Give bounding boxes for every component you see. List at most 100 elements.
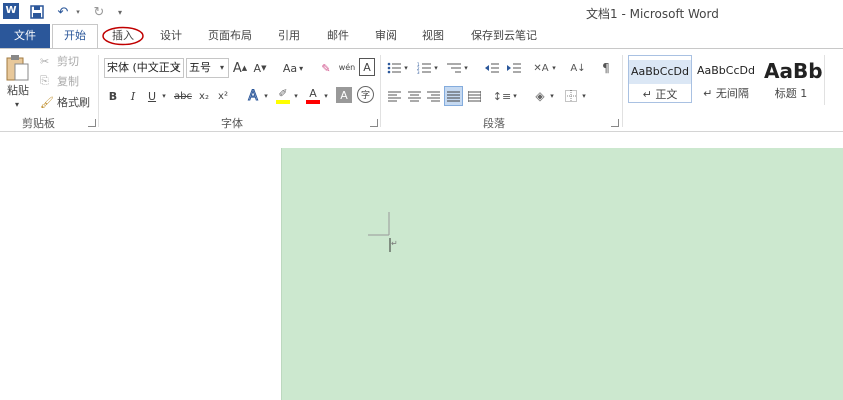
- group-separator: [380, 55, 381, 127]
- style-no-spacing-name: ↵ 无间隔: [703, 87, 749, 100]
- tab-design[interactable]: 设计: [158, 24, 184, 48]
- align-left-icon[interactable]: [386, 87, 402, 105]
- italic-button[interactable]: I: [126, 87, 140, 105]
- align-right-icon[interactable]: [425, 87, 441, 105]
- change-case-dropdown-icon: ▾: [299, 63, 304, 73]
- tab-references[interactable]: 引用: [276, 24, 302, 48]
- phonetic-label: wén: [338, 62, 356, 72]
- numbering-icon[interactable]: 123: [416, 59, 432, 77]
- highlighter-icon: ✐: [278, 87, 288, 100]
- style-normal[interactable]: AaBbCcDd ↵ 正文: [628, 55, 692, 103]
- group-separator: [98, 55, 99, 127]
- superscript-button[interactable]: x²: [215, 87, 231, 105]
- paintbrush-icon: 🖌: [40, 95, 54, 109]
- strikethrough-button[interactable]: abc: [172, 87, 194, 105]
- numbering-dropdown-icon[interactable]: ▾: [432, 59, 440, 77]
- grow-font-icon[interactable]: A ▲: [232, 58, 248, 78]
- subscript-button[interactable]: x₂: [196, 87, 212, 105]
- line-spacing-icon[interactable]: ↕≡: [493, 87, 511, 105]
- tab-page-layout[interactable]: 页面布局: [207, 24, 253, 48]
- copy-button[interactable]: ⎘ 复制: [40, 73, 79, 89]
- clipboard-dialog-launcher-icon[interactable]: [88, 119, 96, 127]
- ribbon: 粘贴 ▾ ✂ 剪切 ⎘ 复制 🖌 格式刷 剪贴板 宋体 (中文正文 ▾ 五号 ▾…: [0, 48, 843, 132]
- sort-icon[interactable]: A↓: [570, 59, 586, 77]
- decrease-indent-icon[interactable]: [484, 59, 500, 77]
- font-name-value: 宋体 (中文正文: [107, 61, 181, 74]
- underline-button[interactable]: U: [145, 87, 159, 105]
- paste-icon[interactable]: [4, 53, 30, 83]
- tab-review[interactable]: 审阅: [373, 24, 399, 48]
- undo-icon[interactable]: ↶: [54, 3, 72, 21]
- increase-indent-icon[interactable]: [506, 59, 522, 77]
- shading-icon[interactable]: ◈: [532, 87, 548, 105]
- bullets-icon[interactable]: [386, 59, 402, 77]
- phonetic-guide-button[interactable]: wén: [338, 57, 356, 77]
- chinese-layout-dropdown-icon[interactable]: ▾: [550, 59, 558, 77]
- group-separator: [622, 55, 623, 127]
- change-case-button[interactable]: Aa ▾: [278, 58, 308, 78]
- tab-mailings[interactable]: 邮件: [325, 24, 351, 48]
- tab-view[interactable]: 视图: [420, 24, 446, 48]
- paragraph-dialog-launcher-icon[interactable]: [611, 119, 619, 127]
- clear-formatting-icon[interactable]: ✎: [318, 58, 334, 78]
- cut-button[interactable]: ✂ 剪切: [40, 53, 79, 69]
- character-border-icon[interactable]: A: [359, 58, 375, 76]
- svg-text:↵: ↵: [391, 239, 398, 248]
- scissors-icon: ✂: [40, 54, 50, 68]
- paste-button[interactable]: 粘贴: [4, 83, 32, 97]
- underline-dropdown-icon[interactable]: ▾: [160, 87, 168, 105]
- borders-dropdown-icon[interactable]: ▾: [580, 87, 588, 105]
- font-size-combo[interactable]: 五号 ▾: [186, 58, 229, 78]
- window-title: 文档1 - Microsoft Word: [586, 7, 719, 21]
- annotation-circle: [102, 26, 144, 46]
- text-effects-dropdown-icon[interactable]: ▾: [262, 87, 270, 105]
- style-no-spacing[interactable]: AaBbCcDd ↵ 无间隔: [694, 55, 758, 103]
- format-painter-button[interactable]: 🖌 格式刷: [40, 94, 90, 110]
- tab-save-to-cloud[interactable]: 保存到云笔记: [469, 24, 539, 48]
- tab-file[interactable]: 文件: [0, 24, 50, 48]
- text-effects-button[interactable]: A: [244, 86, 262, 106]
- bullets-dropdown-icon[interactable]: ▾: [402, 59, 410, 77]
- tab-home[interactable]: 开始: [52, 24, 98, 49]
- paste-dropdown-icon[interactable]: ▾: [12, 99, 22, 109]
- highlight-dropdown-icon[interactable]: ▾: [292, 87, 300, 105]
- document-page[interactable]: [281, 148, 843, 400]
- paragraph-group-label: 段落: [483, 117, 505, 130]
- justify-icon[interactable]: [444, 86, 463, 106]
- font-size-dropdown-icon[interactable]: ▾: [216, 59, 228, 77]
- style-normal-name: ↵ 正文: [642, 88, 678, 101]
- highlight-button[interactable]: ✐: [274, 87, 292, 105]
- multilevel-list-icon[interactable]: [446, 59, 462, 77]
- shading-dropdown-icon[interactable]: ▾: [548, 87, 556, 105]
- save-icon[interactable]: [28, 3, 46, 21]
- chinese-layout-icon[interactable]: ✕A: [532, 59, 550, 77]
- font-color-button[interactable]: A: [304, 87, 322, 105]
- styles-scroll[interactable]: [824, 55, 843, 105]
- customize-toolbar-icon[interactable]: ▾: [114, 3, 126, 21]
- show-formatting-marks-icon[interactable]: ¶: [598, 59, 614, 77]
- borders-icon[interactable]: [563, 87, 579, 105]
- distributed-icon[interactable]: [466, 87, 482, 105]
- font-name-dropdown-icon[interactable]: ▾: [171, 59, 183, 77]
- cut-label: 剪切: [57, 55, 79, 68]
- font-size-value: 五号: [189, 61, 211, 74]
- undo-dropdown-icon[interactable]: ▾: [73, 3, 83, 21]
- enclose-characters-icon[interactable]: 字: [357, 86, 374, 103]
- word-logo-icon[interactable]: W: [3, 3, 19, 19]
- align-center-icon[interactable]: [406, 87, 422, 105]
- redo-icon[interactable]: ↻: [90, 3, 108, 21]
- svg-text:3: 3: [417, 70, 420, 74]
- style-heading-1[interactable]: AaBb 标题 1: [760, 55, 822, 103]
- change-case-label: Aa: [282, 61, 298, 75]
- bold-button[interactable]: B: [106, 87, 120, 105]
- style-heading-1-name: 标题 1: [774, 87, 808, 100]
- multilevel-list-dropdown-icon[interactable]: ▾: [462, 59, 470, 77]
- font-dialog-launcher-icon[interactable]: [370, 119, 378, 127]
- line-spacing-dropdown-icon[interactable]: ▾: [511, 87, 519, 105]
- font-name-combo[interactable]: 宋体 (中文正文 ▾: [104, 58, 184, 78]
- character-shading-button[interactable]: A: [336, 87, 352, 103]
- style-normal-preview: AaBbCcDd: [629, 60, 691, 84]
- copy-label: 复制: [57, 75, 79, 88]
- font-color-dropdown-icon[interactable]: ▾: [322, 87, 330, 105]
- shrink-font-icon[interactable]: A ▼: [252, 58, 268, 78]
